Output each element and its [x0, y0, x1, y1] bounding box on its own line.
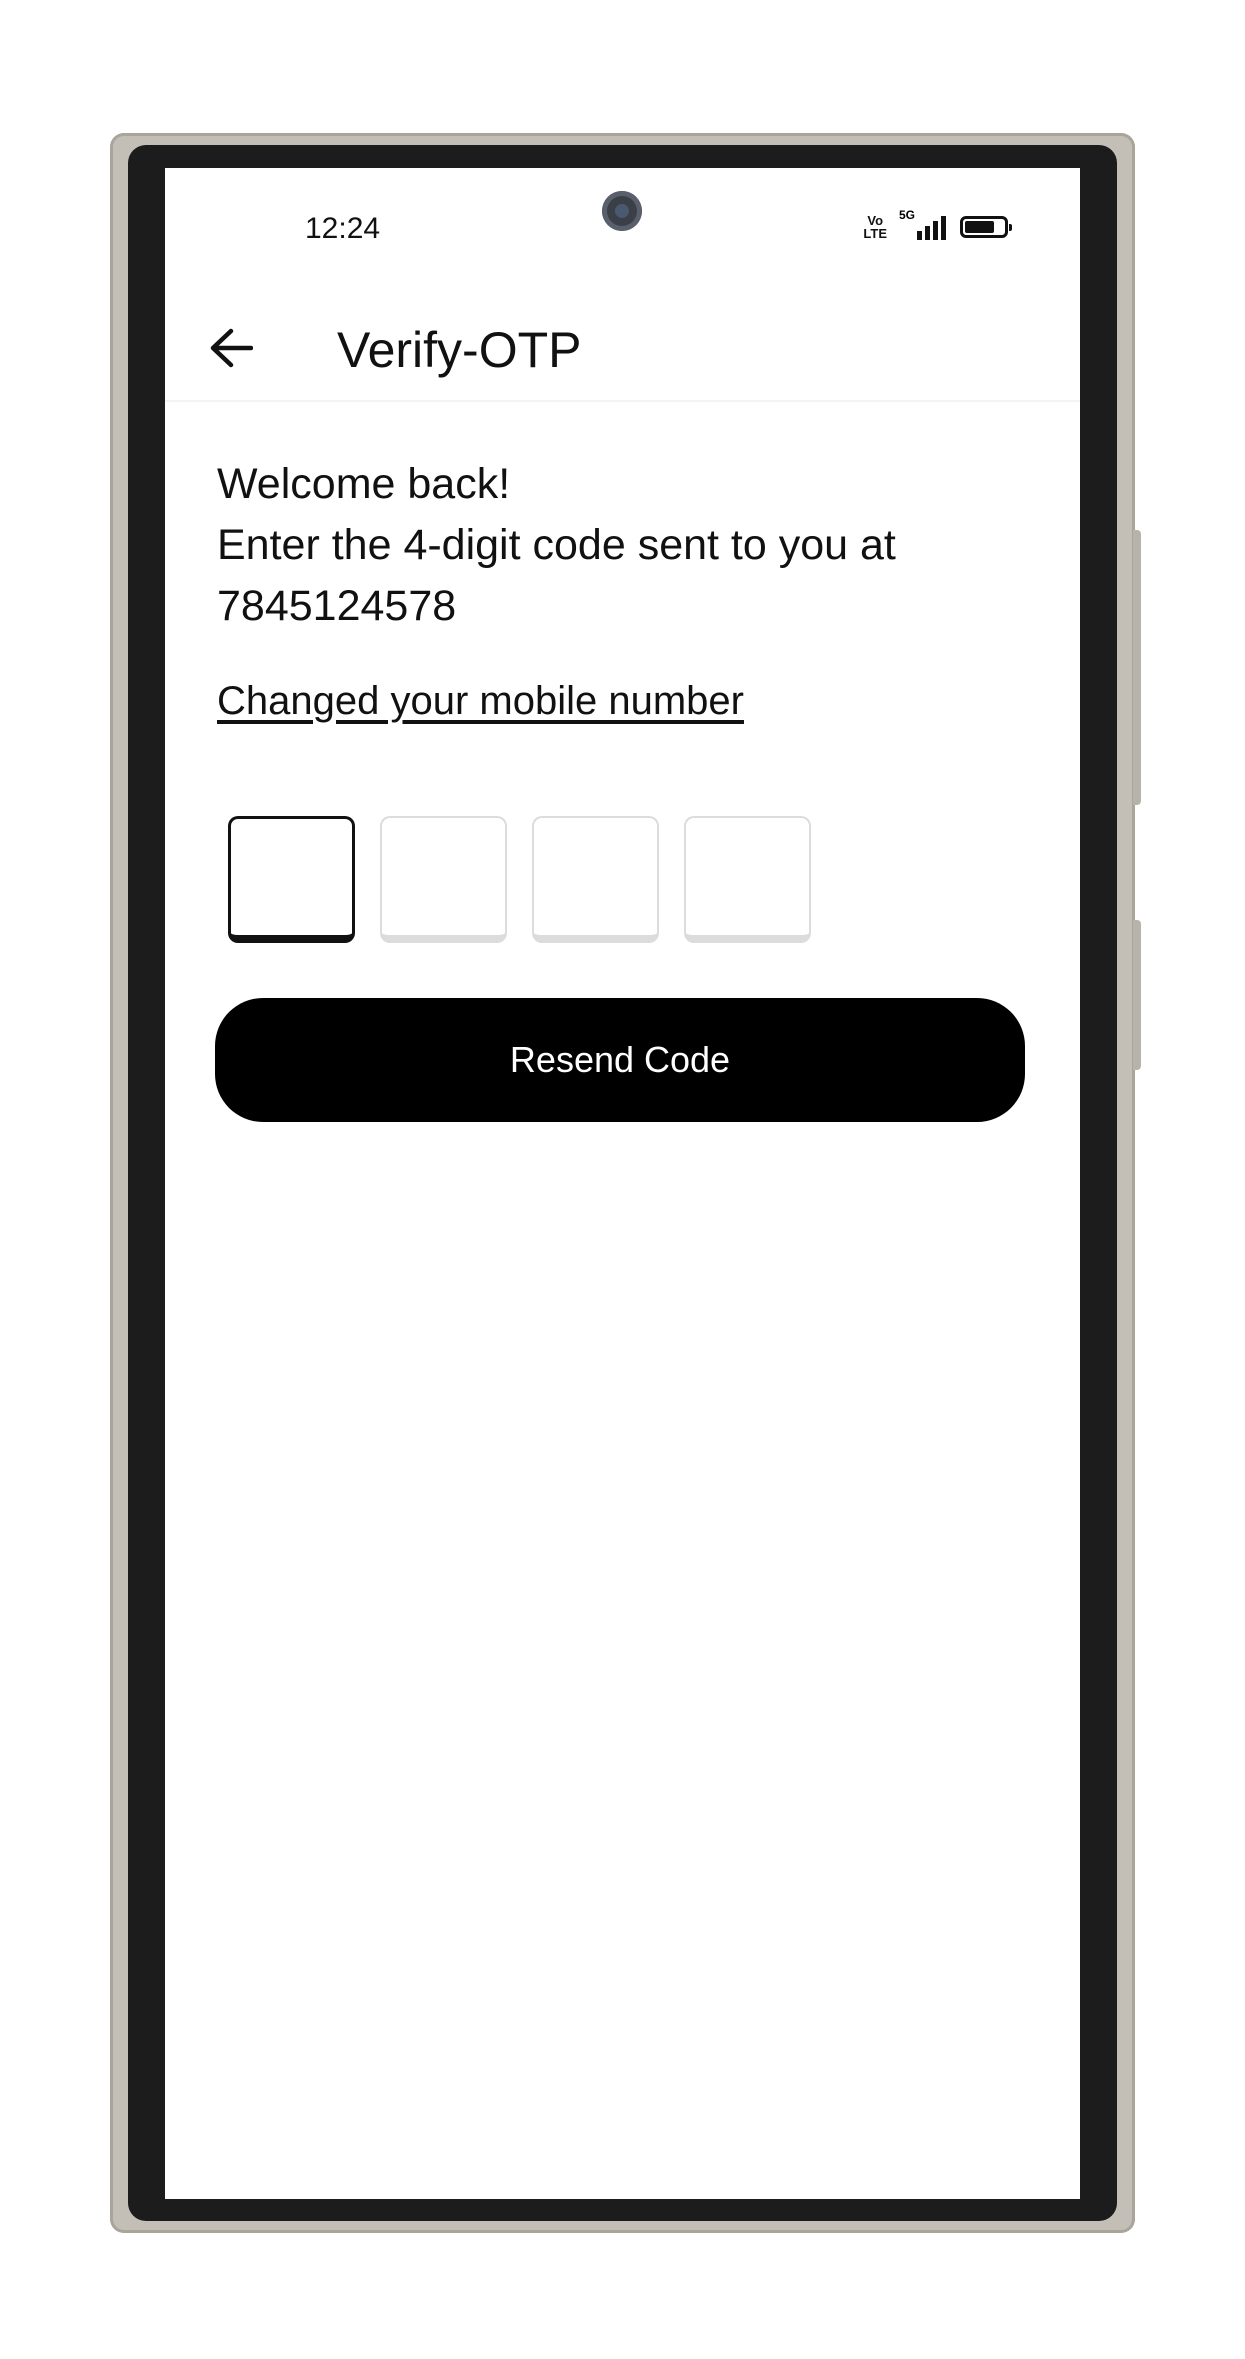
status-icons: Vo LTE 5G	[863, 208, 1012, 242]
otp-digit-2-input[interactable]	[380, 816, 507, 943]
otp-input-group	[228, 816, 811, 943]
volte-bottom-label: LTE	[863, 226, 887, 241]
volte-icon: Vo LTE	[863, 214, 887, 240]
signal-icon: 5G	[899, 208, 946, 240]
welcome-heading: Welcome back!	[217, 460, 511, 508]
battery-icon	[960, 216, 1012, 238]
status-time: 12:24	[305, 212, 381, 245]
change-mobile-number-link[interactable]: Changed your mobile number	[217, 679, 744, 724]
network-type-label: 5G	[899, 208, 916, 222]
phone-screen: 12:24 Vo LTE 5G Verify-OTP Welcome back!…	[165, 168, 1080, 2199]
front-camera	[602, 191, 642, 231]
otp-digit-1-input[interactable]	[228, 816, 355, 943]
volume-button	[1133, 530, 1141, 805]
arrow-left-icon	[210, 328, 253, 368]
otp-digit-3-input[interactable]	[532, 816, 659, 943]
back-button[interactable]	[203, 320, 259, 376]
otp-digit-4-input[interactable]	[684, 816, 811, 943]
app-bar: Verify-OTP	[165, 288, 1080, 402]
phone-number: 7845124578	[217, 582, 457, 630]
instruction-line: Enter the 4-digit code sent to you at	[217, 521, 896, 569]
power-button	[1133, 920, 1141, 1070]
resend-code-label: Resend Code	[509, 1039, 731, 1080]
resend-code-button[interactable]: Resend Code	[215, 998, 1025, 1122]
instruction-text: Welcome back! Enter the 4-digit code sen…	[217, 454, 1037, 637]
page-title: Verify-OTP	[337, 322, 582, 378]
